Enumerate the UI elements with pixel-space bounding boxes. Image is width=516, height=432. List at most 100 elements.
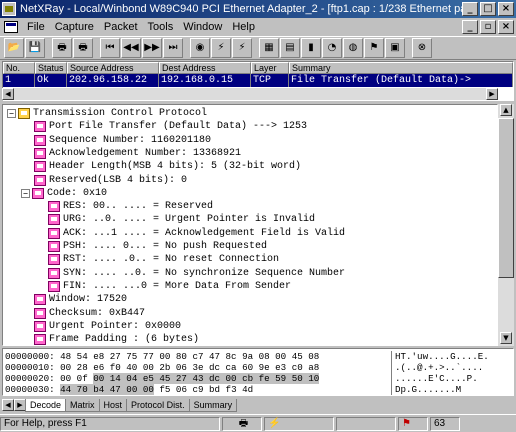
tree-node-label: SYN: .... ..0. = No synchronize Sequence… (63, 267, 346, 279)
scroll-left-button[interactable]: ◀ (2, 88, 14, 100)
packet-summary: File Transfer (Default Data)-> (289, 74, 513, 87)
app-icon[interactable] (2, 2, 16, 16)
hex-ascii: .(..@.+.>..`.... (391, 362, 483, 373)
tree-node[interactable]: SYN: .... ..0. = No synchronize Sequence… (35, 267, 345, 280)
field-icon (48, 201, 60, 213)
title-bar[interactable]: NetXRay - Local/Winbond W89C940 PCI Ethe… (0, 0, 516, 18)
tree-node-label: PSH: .... 0... = No push Requested (63, 241, 268, 252)
packet-row[interactable]: 1 Ok 202.96.158.22 192.168.0.15 TCP File… (3, 74, 513, 87)
field-icon (48, 280, 60, 292)
doc-close-button[interactable]: × (498, 20, 514, 34)
packet-list-header: No. Status Source Address Dest Address L… (3, 62, 513, 74)
tree-node[interactable]: Header Length(MSB 4 bits): 5 (32-bit wor… (21, 160, 301, 173)
field-icon (48, 214, 60, 226)
tree-expander-icon[interactable]: − (21, 188, 30, 198)
open-icon[interactable]: 📂 (4, 38, 24, 58)
bar-chart-icon[interactable]: ▮ (301, 38, 321, 58)
capture-icon[interactable]: ◉ (190, 38, 210, 58)
col-source[interactable]: Source Address (67, 62, 159, 74)
alarm-icon[interactable]: ⚑ (364, 38, 384, 58)
minimize-button[interactable]: _ (462, 2, 478, 16)
tab-decode[interactable]: Decode (25, 398, 67, 412)
tree-node[interactable]: PSH: .... 0... = No push Requested (35, 240, 267, 253)
col-layer[interactable]: Layer (251, 62, 289, 74)
col-no[interactable]: No. (3, 62, 35, 74)
tree-node[interactable]: − Transmission Control Protocol (7, 107, 207, 120)
status-bar: For Help, press F1 🖶 ⚡ ⚑ 63 (0, 414, 516, 432)
window-title: NetXRay - Local/Winbond W89C940 PCI Ethe… (20, 3, 462, 15)
matrix-icon[interactable]: ▦ (259, 38, 279, 58)
close-button[interactable]: × (498, 2, 514, 16)
scroll-thumb[interactable] (498, 118, 514, 278)
scroll-down-button[interactable]: ▼ (500, 332, 512, 344)
last-packet-icon[interactable]: ⏭ (163, 38, 183, 58)
next-packet-icon[interactable]: ▶▶ (142, 38, 162, 58)
hex-bytes: f5 06 c9 bd f3 4d (153, 384, 254, 395)
host-table-icon[interactable]: ▤ (280, 38, 300, 58)
tree-node[interactable]: Window: 17520 (21, 293, 127, 306)
tree-node[interactable]: URG: ..0. .... = Urgent Pointer is Inval… (35, 213, 315, 226)
document-icon[interactable] (4, 21, 18, 33)
tree-node[interactable]: RST: .... .0.. = No reset Connection (35, 253, 279, 266)
tree-node[interactable]: ACK: ...1 .... = Acknowledgement Field i… (35, 227, 345, 240)
tab-protocol-dist[interactable]: Protocol Dist. (126, 398, 190, 412)
doc-restore-button[interactable]: ▫ (480, 20, 496, 34)
hex-bytes: 00000010: 00 28 e6 f0 40 00 2b 06 3e dc … (5, 362, 320, 373)
tree-node[interactable]: Frame Padding : (6 bytes) (21, 333, 199, 345)
decode-vscroll[interactable]: ▲ ▼ (498, 104, 514, 346)
tree-node[interactable]: RES: 00.. .... = Reserved (35, 200, 213, 213)
tree-node-label: RES: 00.. .... = Reserved (63, 201, 214, 213)
scroll-right-button[interactable]: ▶ (486, 88, 498, 100)
packet-list-hscroll[interactable]: ◀ ▶ (2, 88, 498, 100)
doc-minimize-button[interactable]: _ (462, 20, 478, 34)
hex-line[interactable]: 00000000: 48 54 e8 27 75 77 00 80 c7 47 … (5, 351, 319, 362)
print-preview-icon[interactable]: 🖶 (73, 38, 93, 58)
menu-capture[interactable]: Capture (50, 21, 99, 33)
col-status[interactable]: Status (35, 62, 67, 74)
protocol-icon[interactable]: ◍ (343, 38, 363, 58)
tree-node[interactable]: Port File Transfer (Default Data) ---> 1… (21, 120, 307, 133)
hex-line[interactable]: 00000020: 00 0f 00 14 04 e5 45 27 43 dc … (5, 373, 320, 384)
history-icon[interactable]: ▣ (385, 38, 405, 58)
status-counter: 63 (430, 416, 460, 431)
previous-packet-icon[interactable]: ◀◀ (121, 38, 141, 58)
tree-node[interactable]: − Code: 0x10 (21, 187, 107, 200)
tree-node[interactable]: Checksum: 0xB447 (21, 307, 145, 320)
menu-tools[interactable]: Tools (143, 21, 179, 33)
scroll-up-button[interactable]: ▲ (500, 104, 512, 116)
pie-chart-icon[interactable]: ◔ (322, 38, 342, 58)
tree-node-label: Header Length(MSB 4 bits): 5 (32-bit wor… (49, 161, 302, 173)
maximize-button[interactable]: □ (480, 2, 496, 16)
menu-file[interactable]: File (22, 21, 50, 33)
tree-node[interactable]: FIN: .... ...0 = More Data From Sender (35, 280, 291, 293)
menu-window[interactable]: Window (178, 21, 227, 33)
tab-summary[interactable]: Summary (188, 398, 238, 412)
tree-node-label: Acknowledgement Number: 13368921 (49, 147, 242, 159)
tab-host[interactable]: Host (98, 398, 128, 412)
first-packet-icon[interactable]: ⏮ (100, 38, 120, 58)
menu-packet[interactable]: Packet (99, 21, 143, 33)
hex-line[interactable]: 00000030: 44 70 b4 47 00 00 f5 06 c9 bd … (5, 384, 253, 395)
tree-node[interactable]: Urgent Pointer: 0x0000 (21, 320, 181, 333)
tab-scroll-left-icon[interactable]: ◀ (2, 399, 14, 411)
tree-node[interactable]: Sequence Number: 1160201180 (21, 134, 211, 147)
stop-icon[interactable]: ⊗ (412, 38, 432, 58)
tree-node-label: FIN: .... ...0 = More Data From Sender (63, 280, 292, 292)
hex-line[interactable]: 00000010: 00 28 e6 f0 40 00 2b 06 3e dc … (5, 362, 319, 373)
col-summary[interactable]: Summary (289, 62, 513, 74)
tree-node[interactable]: Reserved(LSB 4 bits): 0 (21, 174, 187, 187)
print-icon[interactable]: 🖶 (52, 38, 72, 58)
filter-icon[interactable]: ⚡ (232, 38, 252, 58)
col-dest[interactable]: Dest Address (159, 62, 251, 74)
decode-icon[interactable]: ⚡ (211, 38, 231, 58)
tree-node-label: ACK: ...1 .... = Acknowledgement Field i… (63, 227, 346, 239)
save-icon[interactable]: 💾 (25, 38, 45, 58)
menu-help[interactable]: Help (227, 21, 260, 33)
tree-expander-icon[interactable]: − (7, 109, 16, 118)
field-icon (48, 254, 60, 266)
hex-bytes: 00000000: 48 54 e8 27 75 77 00 80 c7 47 … (5, 351, 320, 362)
tree-node-label: RST: .... .0.. = No reset Connection (63, 254, 280, 266)
tree-node[interactable]: Acknowledgement Number: 13368921 (21, 147, 241, 160)
hex-ascii: HT.'uw....G....E. (391, 351, 489, 362)
tab-matrix[interactable]: Matrix (65, 398, 100, 412)
